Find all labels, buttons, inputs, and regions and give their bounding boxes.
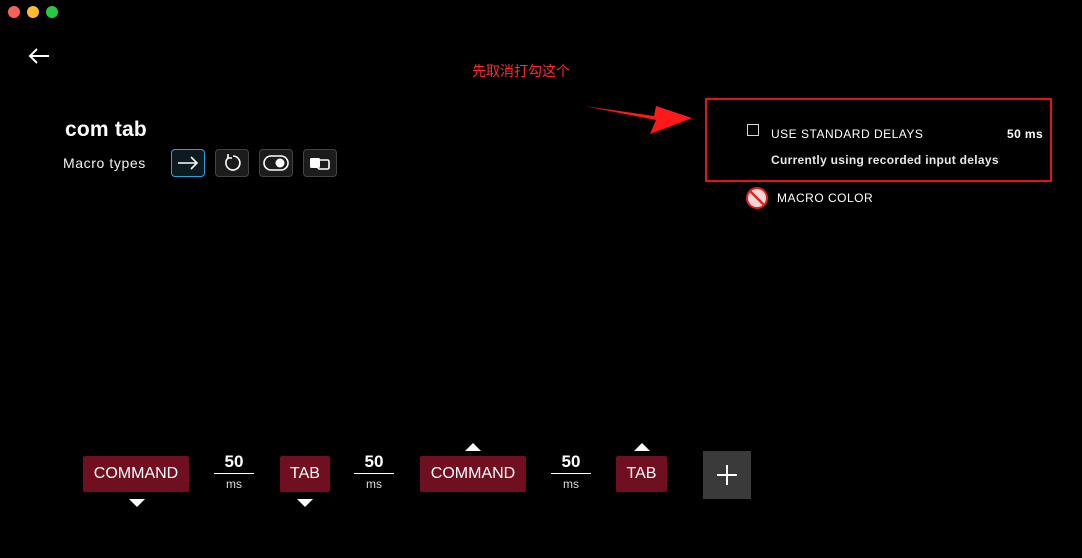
macro-type-noRepeat-button[interactable]: [171, 149, 205, 177]
repeat-icon: [225, 154, 241, 171]
key-command-down[interactable]: COMMAND: [83, 456, 189, 492]
annotation-arrow-icon: [584, 106, 692, 134]
key-down-icon: [297, 499, 313, 507]
arrow-right-icon: [178, 156, 199, 170]
delay-mode-description: Currently using recorded input delays: [771, 153, 999, 167]
use-standard-delays-label: USE STANDARD DELAYS: [771, 127, 924, 141]
annotation-note: 先取消打勾这个: [472, 64, 570, 80]
delay-value: 50: [561, 452, 581, 471]
macro-color-label[interactable]: MACRO COLOR: [777, 191, 873, 205]
delay-step-3[interactable]: 50 ms: [551, 452, 591, 491]
zoom-window-button[interactable]: [46, 6, 58, 18]
key-up-icon: [465, 443, 481, 451]
delay-value: 50: [224, 452, 244, 471]
standard-delay-value[interactable]: 50 ms: [1007, 127, 1043, 141]
sequence-icon: [310, 158, 330, 170]
key-tab-up[interactable]: TAB: [616, 456, 667, 492]
add-action-button[interactable]: [703, 451, 751, 499]
plus-icon: [717, 465, 737, 485]
delay-unit: ms: [366, 477, 382, 491]
delay-unit: ms: [563, 477, 579, 491]
no-color-icon[interactable]: [746, 187, 768, 209]
macro-types-label: Macro types: [63, 155, 146, 171]
key-tab-down[interactable]: TAB: [280, 456, 330, 492]
back-arrow-icon[interactable]: [26, 44, 52, 68]
macro-type-toggle-button[interactable]: [259, 149, 293, 177]
delay-unit: ms: [226, 477, 242, 491]
toggle-icon: [263, 155, 289, 171]
delay-step-1[interactable]: 50 ms: [214, 452, 254, 491]
minimize-window-button[interactable]: [27, 6, 39, 18]
macro-type-repeat-button[interactable]: [215, 149, 249, 177]
delay-step-2[interactable]: 50 ms: [354, 452, 394, 491]
macro-title: com tab: [65, 118, 147, 141]
window-controls: [8, 6, 58, 18]
delay-value: 50: [364, 452, 384, 471]
macro-type-sequence-button[interactable]: [303, 149, 337, 177]
close-window-button[interactable]: [8, 6, 20, 18]
key-down-icon: [129, 499, 145, 507]
key-command-up[interactable]: COMMAND: [420, 456, 526, 492]
key-up-icon: [634, 443, 650, 451]
use-standard-delays-checkbox[interactable]: [747, 124, 759, 136]
